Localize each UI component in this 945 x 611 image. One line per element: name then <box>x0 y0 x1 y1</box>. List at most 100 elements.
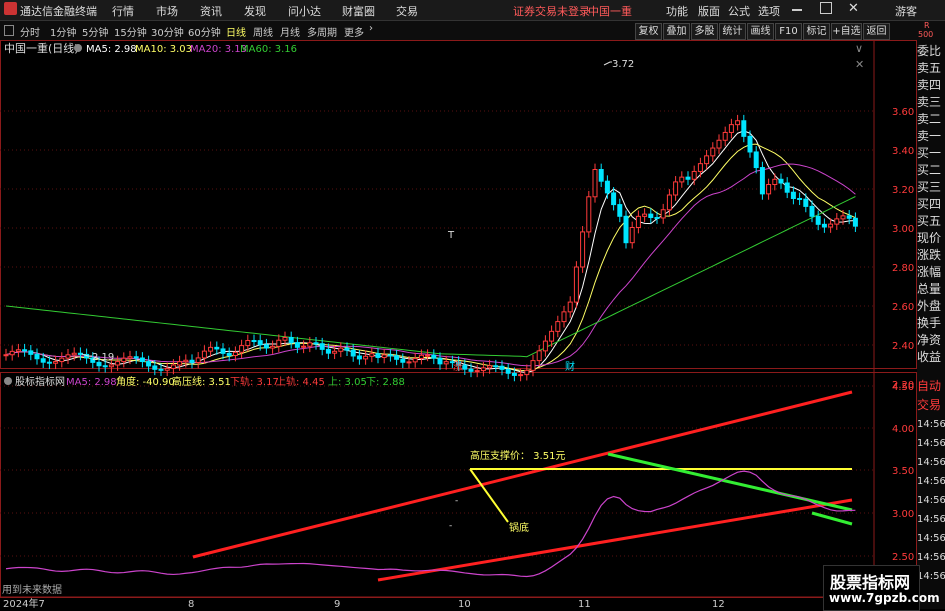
cai-marker: 财 <box>565 360 575 373</box>
auto-trade-label[interactable]: 交易 <box>917 396 945 415</box>
candle-body <box>301 345 307 348</box>
candle-body <box>40 358 46 363</box>
period-15min[interactable]: 15分钟 <box>114 24 147 39</box>
candle-body <box>121 357 127 363</box>
candle-body <box>332 350 338 354</box>
candle-body <box>462 364 468 370</box>
tick-time: 14:56 <box>917 495 945 506</box>
period-30min[interactable]: 30分钟 <box>151 24 184 39</box>
candle-body <box>511 372 517 376</box>
guodi-pointer <box>469 468 509 523</box>
r-badge: R <box>924 21 930 30</box>
ind-shanggui-legend: 上轨: 4.45 <box>276 375 325 388</box>
diejia-button[interactable]: 叠加 <box>663 23 690 40</box>
candle-body <box>573 266 579 303</box>
candles <box>3 114 858 382</box>
guest-button[interactable]: 游客 <box>895 3 917 19</box>
app-name: 通达信金融终端 <box>20 5 97 18</box>
period-60min[interactable]: 60分钟 <box>188 24 221 39</box>
candle-body <box>65 354 71 359</box>
candle-body <box>214 346 220 350</box>
candle-body <box>629 226 635 244</box>
menu-item-banmian[interactable]: 版面 <box>698 3 720 19</box>
site-watermark: 股票指标网 www.7gpzb.com <box>823 565 940 611</box>
candle-body <box>245 340 251 347</box>
f10-button[interactable]: F10 <box>775 23 802 40</box>
back-button[interactable]: 返回 <box>863 23 890 40</box>
indicator-settings-icon[interactable] <box>4 377 12 385</box>
menu-item-caifuquan[interactable]: 财富圈 <box>342 3 375 19</box>
period-daily[interactable]: 日线 <box>226 24 246 39</box>
login-status[interactable]: 证券交易未登录 <box>513 3 590 19</box>
candle-body <box>828 223 834 228</box>
candle-body <box>524 369 530 376</box>
menu-item-wenxiaoda[interactable]: 问小达 <box>288 3 321 19</box>
menu-item-xuanxiang[interactable]: 选项 <box>758 3 780 19</box>
candle-body <box>133 356 139 359</box>
add-favorite-button[interactable]: +自选 <box>831 23 862 40</box>
candle-body <box>102 365 108 368</box>
ytick: 2.60 <box>892 302 914 313</box>
support-price-label: 高压支撑价： 3.51元 <box>470 449 565 462</box>
panel-close-icon[interactable]: ✕ <box>855 58 864 71</box>
ytick: 3.60 <box>892 107 914 118</box>
xtick: 11 <box>578 599 591 609</box>
panel-collapse-icon[interactable]: ∨ <box>855 42 863 55</box>
candle-body <box>77 352 83 355</box>
huaxian-button[interactable]: 画线 <box>747 23 774 40</box>
candle-body <box>28 350 34 355</box>
close-icon[interactable]: ✕ <box>848 1 859 16</box>
menu-item-jiaoyi[interactable]: 交易 <box>396 3 418 19</box>
candle-body <box>139 357 145 363</box>
chevron-right-icon[interactable]: › <box>369 23 373 34</box>
candle-body <box>437 357 443 365</box>
settings-dot-icon[interactable] <box>74 44 82 52</box>
menu-item-gongshi[interactable]: 公式 <box>728 3 750 19</box>
menu-item-faxian[interactable]: 发现 <box>244 3 266 19</box>
candle-body <box>468 368 474 372</box>
minimize-icon[interactable] <box>792 9 802 11</box>
period-fenshi[interactable]: 分时 <box>20 24 40 39</box>
candle-body <box>809 205 815 217</box>
tick-time: 14:56 <box>917 533 945 544</box>
candle-body <box>759 167 765 195</box>
period-monthly[interactable]: 月线 <box>280 24 300 39</box>
period-more[interactable]: 更多 <box>344 24 364 39</box>
chart-area[interactable]: 中国一重(日线) MA5: 2.98 MA10: 3.03 MA20: 3.13… <box>0 40 917 609</box>
candle-body <box>115 361 121 366</box>
menu-item-shichang[interactable]: 市场 <box>156 3 178 19</box>
candle-body <box>474 370 480 373</box>
auto-trade-label[interactable]: 自动 <box>917 377 945 396</box>
candle-body <box>611 192 617 206</box>
candle-body <box>815 215 821 225</box>
candle-body <box>803 198 809 207</box>
menu-item-gongneng[interactable]: 功能 <box>666 3 688 19</box>
candle-body <box>741 120 747 137</box>
period-weekly[interactable]: 周线 <box>253 24 273 39</box>
biaoji-button[interactable]: 标记 <box>803 23 830 40</box>
ma20-legend: MA20: 3.13 <box>190 44 247 55</box>
tongji-button[interactable]: 统计 <box>719 23 746 40</box>
candle-body <box>400 358 406 363</box>
tick-time: 14:56 <box>917 476 945 487</box>
duogu-button[interactable]: 多股 <box>691 23 718 40</box>
candle-body <box>9 350 15 356</box>
ma-lines <box>5 130 856 374</box>
candle-body <box>53 361 59 364</box>
panel-toggle-icon[interactable] <box>4 25 14 36</box>
menu-item-zixun[interactable]: 资讯 <box>200 3 222 19</box>
candle-body <box>282 336 288 341</box>
period-multi[interactable]: 多周期 <box>307 24 337 39</box>
ind-ytick: 2.50 <box>892 552 914 563</box>
period-bar: 分时 1分钟 5分钟 15分钟 30分钟 60分钟 日线 周线 月线 多周期 更… <box>0 21 945 41</box>
fuquan-button[interactable]: 复权 <box>635 23 662 40</box>
ytick: 3.00 <box>892 224 914 235</box>
menu-item-hangqing[interactable]: 行情 <box>112 3 134 19</box>
period-1min[interactable]: 1分钟 <box>50 24 76 39</box>
candle-body <box>443 361 449 365</box>
maximize-icon[interactable] <box>820 2 832 14</box>
ytick: 3.40 <box>892 146 914 157</box>
main-title: 中国一重(日线) <box>4 41 79 55</box>
candle-body <box>747 135 753 153</box>
period-5min[interactable]: 5分钟 <box>82 24 108 39</box>
